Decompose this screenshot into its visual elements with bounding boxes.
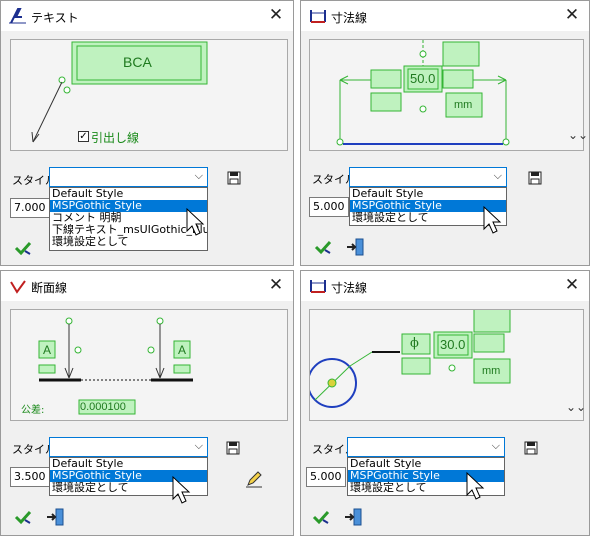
- close-button[interactable]: ✕: [265, 5, 287, 25]
- text-tool-icon: [9, 8, 26, 24]
- number-field[interactable]: 7.000: [10, 198, 50, 218]
- unit-label: mm: [482, 365, 501, 377]
- close-button[interactable]: ✕: [265, 275, 287, 295]
- style-select[interactable]: ⌵: [49, 437, 208, 457]
- style-dropdown-list: Default Style MSPGothic Style 環境設定として: [347, 457, 505, 496]
- save-style-icon[interactable]: [226, 441, 240, 455]
- ok-check-icon[interactable]: [313, 237, 333, 257]
- dropdown-option[interactable]: コメント 明朝: [50, 212, 207, 224]
- section-line-dialog: 断面線 ✕ A A 公差: 0.000100 スタイル: ⌵ 3.500 Def…: [0, 270, 294, 536]
- chevron-down-icon: ⌵: [194, 169, 203, 182]
- chevron-down-icon: ⌵: [194, 439, 203, 452]
- titlebar: 断面線 ✕: [1, 271, 293, 301]
- close-button[interactable]: ✕: [561, 275, 583, 295]
- save-style-icon[interactable]: [227, 171, 241, 185]
- dialog-title: 寸法線: [331, 11, 368, 25]
- section-label-right: A: [178, 343, 187, 357]
- dimension-dialog-diameter: 寸法線 ✕ ϕ 30.0 mm ⌄⌄ スタイル: ⌵ 5.000 Default…: [300, 270, 590, 536]
- ok-check-icon[interactable]: [311, 507, 331, 527]
- preview-text: BCA: [123, 54, 152, 70]
- save-style-icon[interactable]: [528, 171, 542, 185]
- style-select[interactable]: ⌵: [347, 437, 505, 457]
- dropdown-option[interactable]: 環境設定として: [350, 212, 506, 224]
- titlebar: テキスト ✕: [1, 1, 293, 31]
- section-preview-canvas: [38, 317, 193, 415]
- unit-label: mm: [454, 99, 473, 111]
- dimension-preview-canvas: [336, 40, 510, 146]
- dimension-value-text: 30.0: [440, 337, 466, 352]
- save-style-icon[interactable]: [524, 441, 538, 455]
- section-line-tool-icon: [10, 280, 26, 294]
- diameter-symbol: ϕ: [410, 336, 419, 351]
- number-field[interactable]: 3.500: [10, 467, 50, 487]
- ok-check-icon[interactable]: [13, 238, 33, 258]
- dimension-tool-icon: [310, 280, 326, 293]
- tolerance-value: 0.000100: [80, 401, 126, 413]
- ok-check-icon[interactable]: [13, 507, 33, 527]
- dropdown-option[interactable]: 環境設定として: [50, 482, 207, 494]
- style-select[interactable]: ⌵: [49, 167, 208, 187]
- preview-area: 50.0 mm ⌄⌄: [309, 39, 588, 151]
- titlebar: 寸法線 ✕: [301, 271, 589, 301]
- leader-checkbox[interactable]: ✓: [78, 131, 89, 142]
- style-select[interactable]: ⌵: [349, 167, 507, 187]
- dialog-title: テキスト: [31, 11, 79, 25]
- style-dropdown-list: Default Style MSPGothic Style コメント 明朝 下線…: [49, 187, 208, 251]
- dimension-dialog-linear: 寸法線 ✕ 50.0 mm ⌄⌄ スタイル: ⌵ 5.000 Default S…: [300, 0, 590, 266]
- number-field[interactable]: 5.000: [306, 467, 346, 487]
- dropdown-option[interactable]: 環境設定として: [50, 236, 207, 248]
- expand-chevron-icon[interactable]: ⌄⌄: [566, 400, 586, 414]
- style-dropdown-list: Default Style MSPGothic Style 環境設定として: [49, 457, 208, 496]
- chevron-down-icon: ⌵: [493, 169, 502, 182]
- titlebar: 寸法線 ✕: [301, 1, 589, 31]
- exit-door-icon[interactable]: [343, 507, 363, 527]
- preview-area: ϕ 30.0 mm ⌄⌄: [309, 309, 586, 421]
- style-dropdown-list: Default Style MSPGothic Style 環境設定として: [349, 187, 507, 226]
- dimension-value-text: 50.0: [410, 71, 436, 86]
- text-dialog: テキスト ✕ BCA ✓ 引出し線 スタイル: ⌵ 7.000 Default …: [0, 0, 294, 266]
- tolerance-label: 公差:: [21, 405, 45, 416]
- exit-door-icon[interactable]: [45, 507, 65, 527]
- exit-door-icon[interactable]: [345, 237, 365, 257]
- dimension-tool-icon: [310, 10, 326, 23]
- leader-checkbox-label: 引出し線: [91, 131, 140, 145]
- number-field[interactable]: 5.000: [309, 197, 349, 217]
- close-button[interactable]: ✕: [561, 5, 583, 25]
- expand-chevron-icon[interactable]: ⌄⌄: [568, 128, 588, 142]
- chevron-down-icon: ⌵: [491, 439, 500, 452]
- dropdown-option[interactable]: 環境設定として: [348, 482, 504, 494]
- section-label-left: A: [43, 343, 52, 357]
- preview-area: A A 公差: 0.000100: [10, 309, 288, 421]
- pencil-edit-icon[interactable]: [244, 469, 264, 489]
- diameter-preview-canvas: [310, 310, 511, 408]
- dialog-title: 断面線: [31, 281, 68, 295]
- dialog-title: 寸法線: [331, 281, 368, 295]
- preview-area: BCA ✓ 引出し線: [10, 39, 288, 151]
- screenshot-grid: テキスト ✕ BCA ✓ 引出し線 スタイル: ⌵ 7.000 Default …: [0, 0, 590, 536]
